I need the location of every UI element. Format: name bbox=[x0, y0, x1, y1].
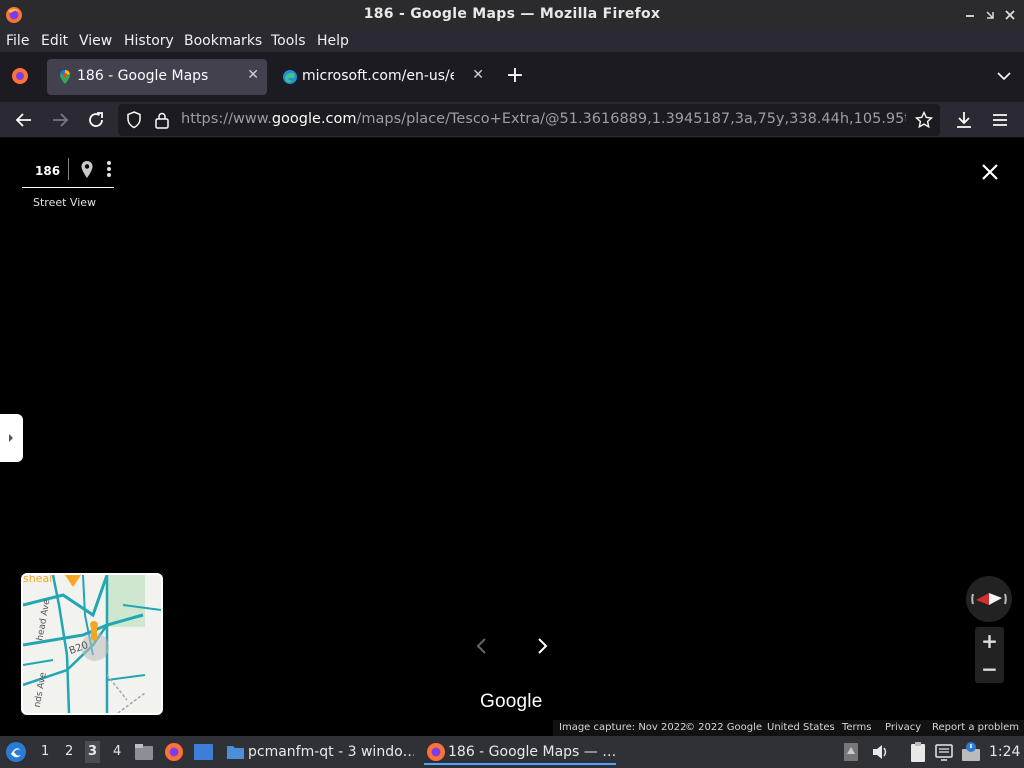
folder-icon bbox=[227, 746, 244, 759]
workspace-4[interactable]: 4 bbox=[113, 744, 121, 759]
menu-help[interactable]: Help bbox=[317, 33, 349, 49]
tab-label: 186 - Google Maps bbox=[77, 68, 209, 84]
forward-icon[interactable] bbox=[48, 108, 72, 132]
tab-microsoft[interactable]: microsoft.com/en-us/edg ✕ bbox=[272, 59, 492, 95]
clock: 1:24 bbox=[989, 744, 1021, 760]
edge-icon bbox=[283, 70, 297, 84]
taskbar-item-label: pcmanfm-qt - 3 windo… bbox=[248, 744, 414, 760]
expand-panel-button[interactable] bbox=[0, 414, 23, 462]
copyright-text: © 2022 Google bbox=[685, 722, 763, 733]
bookmark-star-icon[interactable] bbox=[914, 110, 934, 130]
tab-google-maps[interactable]: 186 - Google Maps ✕ bbox=[47, 59, 267, 95]
firefox-launcher-icon[interactable] bbox=[164, 742, 184, 762]
taskbar-item-firefox[interactable]: 186 - Google Maps — … bbox=[424, 739, 616, 765]
network-icon[interactable] bbox=[934, 742, 954, 762]
region-link[interactable]: United States bbox=[767, 722, 835, 733]
list-all-tabs-icon[interactable] bbox=[994, 66, 1014, 86]
menu-bookmarks[interactable]: Bookmarks bbox=[184, 33, 262, 49]
menu-tools[interactable]: Tools bbox=[271, 33, 306, 49]
url-bar[interactable]: https://www.google.com/maps/place/Tesco+… bbox=[118, 104, 940, 136]
google-maps-icon bbox=[60, 70, 70, 84]
downloads-icon[interactable] bbox=[952, 108, 976, 132]
chevron-right-icon bbox=[9, 434, 13, 442]
image-capture-text: Image capture: Nov 2022 bbox=[559, 722, 687, 733]
more-options-icon[interactable] bbox=[104, 160, 114, 180]
navigation-toolbar: https://www.google.com/maps/place/Tesco+… bbox=[0, 102, 1024, 138]
menu-view[interactable]: View bbox=[79, 33, 112, 49]
compass-button[interactable] bbox=[966, 576, 1012, 622]
menu-edit[interactable]: Edit bbox=[41, 33, 68, 49]
firefox-icon bbox=[427, 743, 445, 761]
map-footer: Image capture: Nov 2022 © 2022 Google Un… bbox=[553, 720, 1024, 736]
tab-label: microsoft.com/en-us/edg bbox=[302, 68, 454, 84]
menu-bar: File Edit View History Bookmarks Tools H… bbox=[0, 30, 1024, 52]
show-desktop-icon[interactable] bbox=[193, 743, 214, 761]
report-problem-link[interactable]: Report a problem bbox=[932, 722, 1019, 733]
restore-button[interactable] bbox=[981, 6, 999, 24]
minimap-label: sheal bbox=[23, 573, 53, 585]
tab-close-icon[interactable]: ✕ bbox=[472, 67, 484, 83]
window-title: 186 - Google Maps — Mozilla Firefox bbox=[363, 6, 661, 22]
close-window-button[interactable] bbox=[1001, 6, 1019, 24]
shield-icon[interactable] bbox=[124, 110, 144, 130]
back-icon[interactable] bbox=[12, 108, 36, 132]
workspace-2[interactable]: 2 bbox=[65, 744, 73, 759]
zoom-out-button[interactable]: − bbox=[975, 655, 1004, 683]
url-text[interactable]: https://www.google.com/maps/place/Tesco+… bbox=[181, 111, 906, 127]
divider bbox=[68, 158, 69, 180]
close-icon[interactable] bbox=[979, 161, 1001, 183]
google-logo: Google bbox=[480, 691, 543, 712]
notification-icon[interactable] bbox=[843, 742, 859, 762]
zoom-in-button[interactable]: + bbox=[975, 627, 1004, 655]
taskbar-item-label: 186 - Google Maps — … bbox=[448, 744, 616, 760]
new-tab-button[interactable]: + bbox=[505, 64, 525, 88]
workspace-1[interactable]: 1 bbox=[41, 744, 49, 759]
taskbar-item-pcmanfm[interactable]: pcmanfm-qt - 3 windo… bbox=[224, 739, 414, 765]
terms-link[interactable]: Terms bbox=[842, 722, 871, 733]
start-menu-icon[interactable] bbox=[5, 741, 27, 763]
window-titlebar: 186 - Google Maps — Mozilla Firefox bbox=[0, 0, 1024, 30]
screen: 186 - Google Maps — Mozilla Firefox File… bbox=[0, 0, 1024, 768]
minimap[interactable]: sheal B20 nds Ave head Ave bbox=[21, 573, 163, 715]
next-icon[interactable] bbox=[530, 634, 554, 658]
volume-icon[interactable] bbox=[870, 742, 890, 762]
firefox-view-icon[interactable] bbox=[8, 64, 32, 88]
compass-icon bbox=[971, 593, 1007, 605]
streetview-header: 186 bbox=[22, 150, 114, 188]
workspace-3[interactable]: 3 bbox=[85, 741, 101, 763]
minimize-button[interactable] bbox=[961, 6, 979, 24]
tab-close-icon[interactable]: ✕ bbox=[247, 67, 259, 83]
location-pin-icon[interactable] bbox=[80, 160, 94, 180]
reload-icon[interactable] bbox=[84, 108, 108, 132]
menu-file[interactable]: File bbox=[6, 33, 29, 49]
taskbar: 1 2 3 4 pcmanfm-qt - 3 windo… 186 - Goog… bbox=[0, 736, 1024, 768]
file-manager-launcher-icon[interactable] bbox=[134, 743, 154, 761]
clipboard-icon[interactable] bbox=[907, 741, 929, 763]
zoom-controls: + − bbox=[975, 627, 1004, 683]
privacy-link[interactable]: Privacy bbox=[885, 722, 921, 733]
address-number: 186 bbox=[35, 164, 61, 178]
menu-history[interactable]: History bbox=[124, 33, 174, 49]
hamburger-menu-icon[interactable] bbox=[988, 108, 1012, 132]
update-notifier-icon[interactable] bbox=[960, 741, 982, 763]
streetview-label: Street View bbox=[33, 196, 97, 209]
previous-icon[interactable] bbox=[470, 634, 494, 658]
lock-icon[interactable] bbox=[152, 110, 172, 130]
